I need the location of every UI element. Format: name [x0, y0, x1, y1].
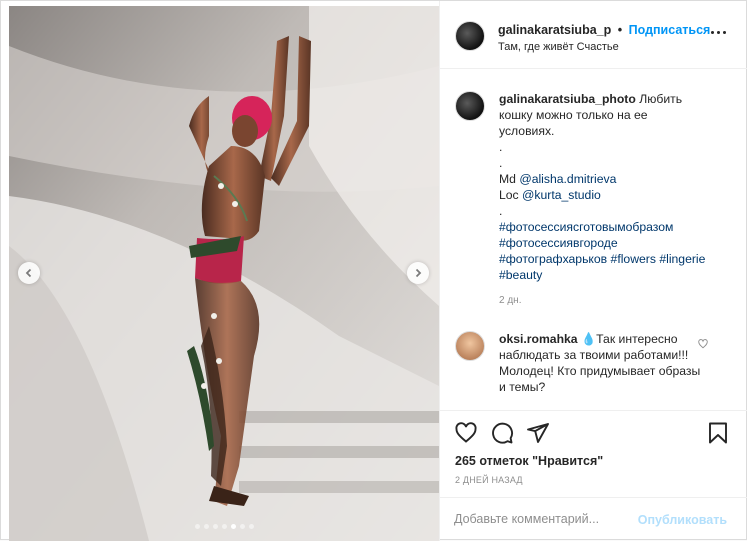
carousel-dot: [239, 524, 245, 529]
caption-dot: .: [499, 204, 503, 218]
carousel-dot: [194, 524, 200, 529]
carousel-prev-button[interactable]: [18, 262, 40, 284]
author-avatar[interactable]: [455, 21, 485, 51]
comment-icon[interactable]: [490, 421, 514, 445]
caption-text: galinakaratsiuba_photo Любить кошку можн…: [499, 91, 738, 309]
post-sidebar: galinakaratsiuba_p • Подписаться Там, гд…: [439, 1, 747, 541]
more-options-icon: [711, 31, 714, 34]
paper-plane-icon[interactable]: [526, 421, 550, 445]
follow-button[interactable]: Подписаться: [629, 23, 711, 37]
hashtag-link[interactable]: #фотосессиявгороде: [499, 236, 618, 250]
comment-like-heart-icon[interactable]: [698, 339, 708, 349]
md-label: Md: [499, 172, 516, 186]
carousel-next-button[interactable]: [407, 262, 429, 284]
commenter-avatar[interactable]: [455, 331, 485, 361]
caption-author-avatar[interactable]: [455, 91, 485, 121]
carousel-indicator: [9, 524, 439, 529]
commenter-username[interactable]: oksi.romahka: [499, 332, 578, 346]
caption-line-1: Любить: [639, 92, 683, 106]
chevron-left-icon: [25, 268, 32, 278]
comment-item: oksi.romahka 💧Так интересно наблюдать за…: [455, 331, 738, 395]
caption-dot: .: [499, 156, 503, 170]
post-location[interactable]: Там, где живёт Счастье: [498, 41, 619, 53]
comments-area[interactable]: galinakaratsiuba_photo Любить кошку можн…: [440, 70, 747, 409]
post-header: galinakaratsiuba_p • Подписаться Там, гд…: [440, 1, 747, 69]
caption-username[interactable]: galinakaratsiuba_photo: [499, 92, 636, 106]
droplet-emoji: 💧: [580, 332, 597, 346]
hashtag-link[interactable]: #lingerie: [659, 252, 705, 266]
actions-bar: 265 отметок "Нравится" 2 ДНЕЙ НАЗАД: [440, 410, 747, 510]
carousel-dot: [221, 524, 227, 529]
carousel-dot: [212, 524, 218, 529]
loc-label: Loc: [499, 188, 519, 202]
instagram-post: galinakaratsiuba_p • Подписаться Там, гд…: [0, 0, 747, 541]
carousel-dot: [203, 524, 209, 529]
publish-button[interactable]: Опубликовать: [638, 513, 727, 527]
hashtag-link[interactable]: #фотосессиясготовымобразом: [499, 220, 673, 234]
carousel-dot: [248, 524, 254, 529]
separator-dot: •: [617, 23, 623, 37]
hashtag-link[interactable]: #beauty: [499, 268, 542, 282]
caption-line-3: условиях.: [499, 124, 555, 138]
add-comment-bar: Опубликовать: [440, 497, 747, 541]
studio-mention-link[interactable]: @kurta_studio: [522, 188, 601, 202]
photo-image: [9, 6, 439, 541]
post-timestamp[interactable]: 2 ДНЕЙ НАЗАД: [455, 475, 523, 485]
hashtag-link[interactable]: #flowers: [611, 252, 656, 266]
caption-time[interactable]: 2 дн.: [499, 293, 720, 309]
model-mention-link[interactable]: @alisha.dmitrieva: [519, 172, 616, 186]
bookmark-icon[interactable]: [706, 421, 730, 445]
likes-count[interactable]: 265 отметок "Нравится": [455, 454, 603, 468]
caption-line-2: кошку можно только на ее: [499, 108, 648, 122]
carousel-dot: [230, 524, 236, 529]
comment-input[interactable]: [454, 512, 624, 526]
hashtag-link[interactable]: #фотографхарьков: [499, 252, 607, 266]
post-caption: galinakaratsiuba_photo Любить кошку можн…: [455, 91, 738, 309]
heart-icon[interactable]: [454, 421, 478, 445]
more-options-button[interactable]: [711, 31, 726, 34]
caption-dot: .: [499, 140, 503, 154]
post-photo[interactable]: [9, 6, 439, 541]
author-username[interactable]: galinakaratsiuba_p: [498, 23, 611, 37]
chevron-right-icon: [415, 268, 422, 278]
header-line: galinakaratsiuba_p • Подписаться: [498, 23, 710, 37]
